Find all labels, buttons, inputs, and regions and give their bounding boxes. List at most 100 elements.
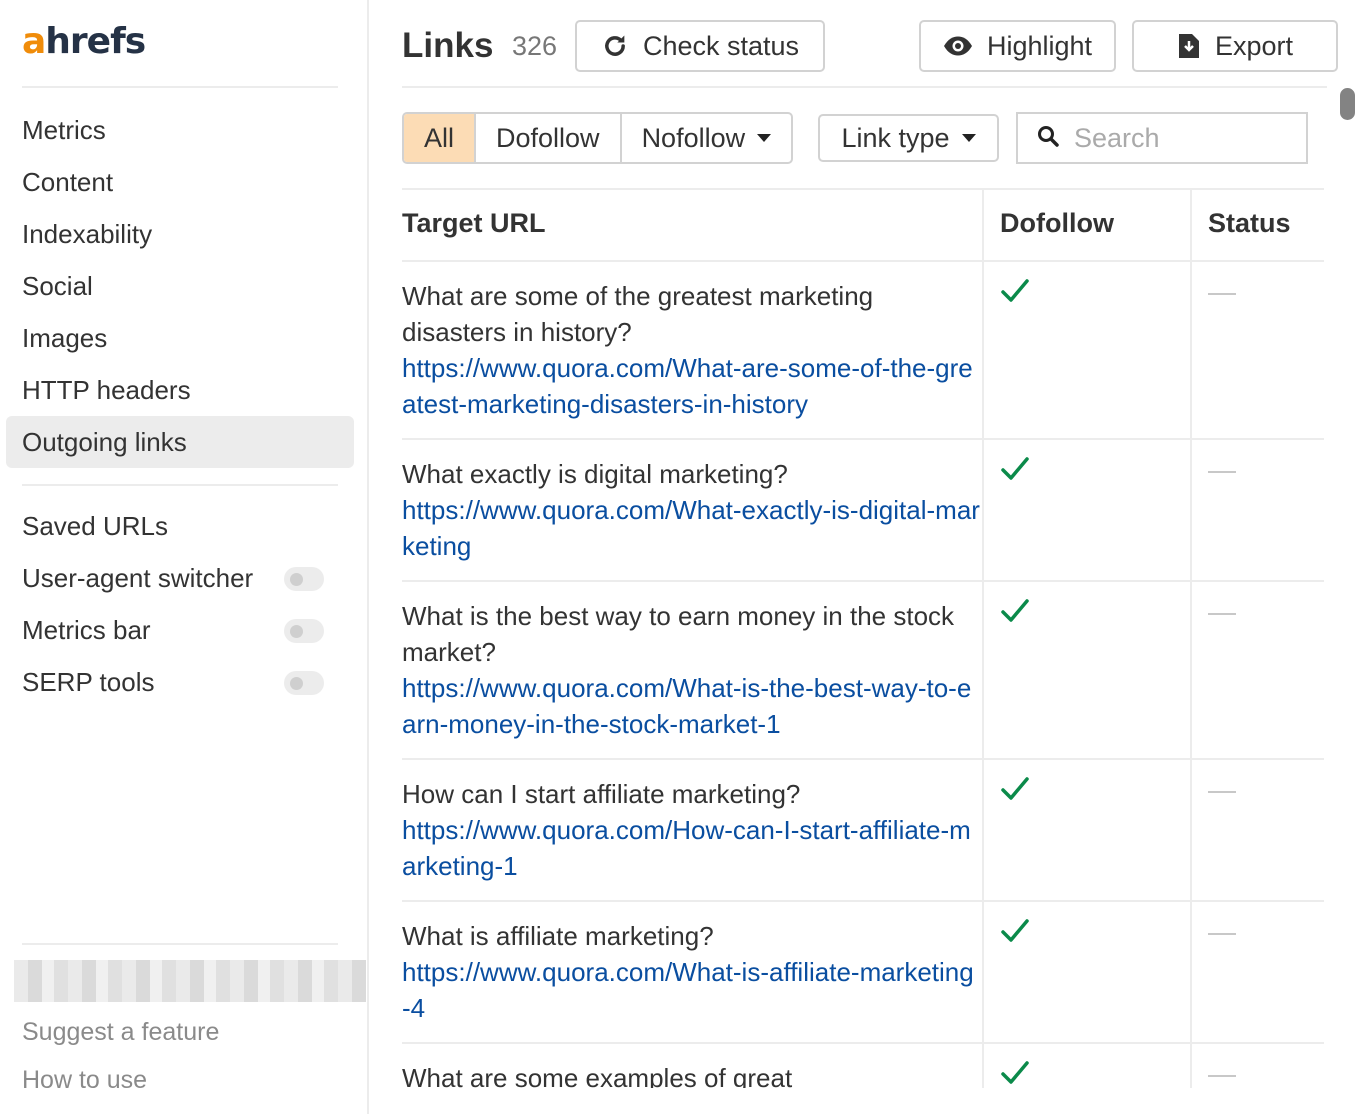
- metrics-bar-label: Metrics bar: [22, 615, 151, 645]
- export-label: Export: [1214, 30, 1294, 61]
- status-dash: [1208, 933, 1236, 935]
- chevron-down-icon: [757, 134, 772, 142]
- target-url-cell: How can I start affiliate marketing? http…: [402, 760, 982, 900]
- sidebar-item-http-headers[interactable]: HTTP headers: [6, 364, 354, 416]
- check-status-button[interactable]: Check status: [575, 20, 825, 72]
- links-count: 326: [512, 31, 558, 61]
- status-cell: [1190, 760, 1324, 900]
- target-url-link[interactable]: https://www.quora.com/What-is-the-best-w…: [402, 670, 982, 742]
- status-dash: [1208, 1075, 1236, 1077]
- column-header-dofollow[interactable]: Dofollow: [982, 190, 1190, 260]
- table-body: What are some of the greatest marketing …: [402, 262, 1324, 1088]
- dofollow-cell: [982, 262, 1190, 438]
- sidebar-item-metrics-bar[interactable]: Metrics bar: [6, 604, 354, 656]
- dofollow-cell: [982, 902, 1190, 1042]
- download-file-icon: [1177, 32, 1201, 60]
- highlight-label: Highlight: [986, 30, 1093, 61]
- sidebar-item-metrics[interactable]: Metrics: [6, 104, 354, 156]
- metrics-bar-toggle[interactable]: [284, 619, 324, 643]
- link-title: What are some of the greatest marketing …: [402, 281, 874, 347]
- sidebar-item-images[interactable]: Images: [6, 312, 354, 364]
- sidebar-item-indexability[interactable]: Indexability: [6, 208, 354, 260]
- target-url-cell: What are some of the greatest marketing …: [402, 262, 982, 438]
- checkmark-icon: [1000, 1061, 1030, 1088]
- export-button[interactable]: Export: [1132, 20, 1338, 72]
- suggest-feature-link[interactable]: Suggest a feature: [22, 1018, 219, 1047]
- user-agent-switcher-toggle[interactable]: [284, 567, 324, 591]
- search-input[interactable]: [1074, 122, 1294, 154]
- sidebar-divider: [22, 484, 338, 486]
- user-agent-switcher-label: User-agent switcher: [22, 563, 254, 593]
- status-dash: [1208, 471, 1236, 473]
- how-to-use-link[interactable]: How to use: [22, 1066, 147, 1095]
- table-row: What are some of the greatest marketing …: [402, 262, 1324, 440]
- filter-all[interactable]: All: [404, 114, 475, 162]
- toggle-knob: [290, 625, 303, 638]
- sidebar-item-content[interactable]: Content: [6, 156, 354, 208]
- link-title: What exactly is digital marketing?: [402, 459, 788, 489]
- link-title: What is the best way to earn money in th…: [402, 601, 955, 667]
- link-title: What is affiliate marketing?: [402, 921, 714, 951]
- column-header-target-url[interactable]: Target URL: [402, 190, 982, 260]
- table-row: What is affiliate marketing? https://www.…: [402, 902, 1324, 1044]
- ahrefs-logo[interactable]: ahrefs: [22, 21, 146, 62]
- link-title: What are some examples of great: [402, 1063, 793, 1088]
- filter-nofollow-dropdown[interactable]: Nofollow: [619, 114, 792, 162]
- logo-accent-letter: a: [22, 21, 46, 62]
- filter-dofollow-label: Dofollow: [496, 122, 600, 153]
- checkmark-icon: [1000, 279, 1030, 308]
- main-panel: Links 326 Check status Highlight Export …: [371, 0, 1364, 1114]
- target-url-cell: What is the best way to earn money in th…: [402, 582, 982, 758]
- page-title: Links: [402, 26, 494, 65]
- sidebar-divider: [22, 86, 338, 88]
- links-table: Target URL Dofollow Status What are some…: [402, 188, 1324, 1088]
- link-title: How can I start affiliate marketing?: [402, 779, 801, 809]
- target-url-link[interactable]: https://www.quora.com/What-is-affiliate-…: [402, 954, 982, 1026]
- follow-filter-group: All Dofollow Nofollow: [402, 112, 794, 164]
- sidebar-item-user-agent-switcher[interactable]: User-agent switcher: [6, 552, 354, 604]
- sidebar-item-outgoing-links[interactable]: Outgoing links: [6, 416, 354, 468]
- status-dash: [1208, 613, 1236, 615]
- dofollow-cell: [982, 582, 1190, 758]
- table-row: What exactly is digital marketing? https:…: [402, 440, 1324, 582]
- target-url-link[interactable]: https://www.quora.com/What-exactly-is-di…: [402, 492, 982, 564]
- target-url-cell: What exactly is digital marketing? https:…: [402, 440, 982, 580]
- highlight-button[interactable]: Highlight: [919, 20, 1116, 72]
- status-cell: [1190, 902, 1324, 1042]
- dofollow-cell: [982, 440, 1190, 580]
- table-row: How can I start affiliate marketing? http…: [402, 760, 1324, 902]
- target-url-link[interactable]: https://www.quora.com/What-are-some-of-t…: [402, 350, 982, 422]
- checkmark-icon: [1000, 599, 1030, 628]
- table-header-row: Target URL Dofollow Status: [402, 190, 1324, 262]
- column-header-status[interactable]: Status: [1190, 190, 1324, 260]
- filter-dofollow[interactable]: Dofollow: [474, 114, 620, 162]
- serp-tools-label: SERP tools: [22, 667, 155, 697]
- refresh-icon: [601, 32, 629, 60]
- link-type-label: Link type: [841, 122, 950, 153]
- sidebar: ahrefs Metrics Content Indexability Soci…: [0, 0, 369, 1114]
- table-row: What are some examples of great: [402, 1044, 1324, 1088]
- target-url-link[interactable]: https://www.quora.com/How-can-I-start-af…: [402, 812, 982, 884]
- check-status-label: Check status: [642, 30, 800, 61]
- target-url-cell: What are some examples of great: [402, 1044, 982, 1088]
- status-cell: [1190, 440, 1324, 580]
- sidebar-item-social[interactable]: Social: [6, 260, 354, 312]
- dofollow-cell: [982, 1044, 1190, 1088]
- blurred-account-info: [14, 960, 366, 1002]
- chevron-down-icon: [961, 134, 976, 142]
- logo-text: hrefs: [45, 21, 146, 62]
- scrollbar-thumb[interactable]: [1340, 88, 1355, 120]
- status-cell: [1190, 262, 1324, 438]
- search-icon: [1036, 124, 1060, 153]
- link-type-dropdown[interactable]: Link type: [818, 114, 999, 162]
- status-dash: [1208, 791, 1236, 793]
- table-row: What is the best way to earn money in th…: [402, 582, 1324, 760]
- toggle-knob: [290, 573, 303, 586]
- sidebar-item-saved-urls[interactable]: Saved URLs: [6, 500, 354, 552]
- status-dash: [1208, 293, 1236, 295]
- sidebar-item-serp-tools[interactable]: SERP tools: [6, 656, 354, 708]
- eye-icon: [943, 35, 973, 57]
- checkmark-icon: [1000, 919, 1030, 948]
- target-url-cell: What is affiliate marketing? https://www.…: [402, 902, 982, 1042]
- serp-tools-toggle[interactable]: [284, 671, 324, 695]
